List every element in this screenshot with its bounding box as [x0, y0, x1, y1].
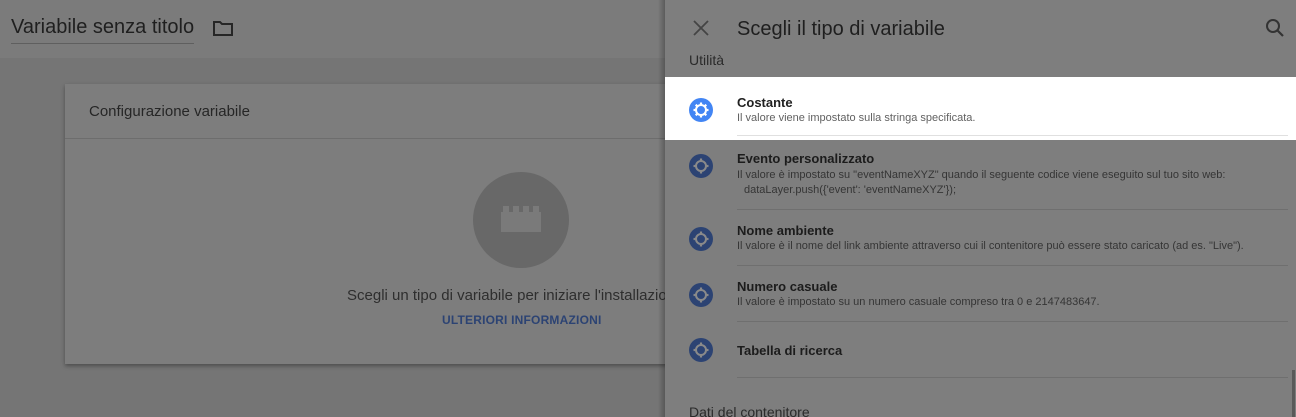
panel-title: Scegli il tipo di variabile — [737, 18, 945, 40]
gear-icon — [689, 154, 713, 178]
variable-config-card[interactable]: Configurazione variabile Scegli un tipo … — [65, 84, 675, 364]
item-name: Nome ambiente — [737, 223, 834, 238]
divider — [737, 135, 1288, 136]
gear-icon — [689, 283, 713, 307]
item-name: Costante — [737, 95, 793, 110]
item-description: Il valore viene impostato sulla stringa … — [737, 112, 976, 124]
item-code-snippet: dataLayer.push({'event': 'eventNameXYZ'}… — [744, 184, 957, 196]
list-item-constant[interactable]: Costante Il valore viene impostato sulla… — [665, 77, 1296, 140]
search-icon[interactable] — [1265, 18, 1285, 38]
gear-icon — [689, 338, 713, 362]
choose-type-prompt: Scegli un tipo di variabile per iniziare… — [347, 287, 667, 304]
editor-header: Variabile senza titolo — [0, 0, 665, 58]
section-header-container-data: Dati del contenitore — [689, 404, 810, 417]
item-description: Il valore è il nome del link ambiente at… — [737, 240, 1244, 252]
item-name: Evento personalizzato — [737, 151, 875, 166]
panel-shadow — [658, 0, 665, 417]
variable-name-field[interactable]: Variabile senza titolo — [11, 16, 195, 44]
list-item-random-number[interactable]: Numero casuale Il valore è impostato su … — [665, 266, 1296, 322]
divider — [65, 138, 675, 139]
card-title: Configurazione variabile — [89, 103, 250, 120]
gear-icon — [689, 98, 713, 122]
section-header-utilities: Utilità — [689, 52, 725, 68]
lego-brick-icon — [501, 206, 541, 232]
close-icon[interactable] — [691, 18, 711, 38]
variable-editor: Variabile senza titolo Configurazione va… — [0, 0, 675, 417]
folder-icon[interactable] — [212, 19, 234, 37]
variable-type-panel: Scegli il tipo di variabile Utilità Cost… — [665, 0, 1296, 417]
learn-more-link[interactable]: ULTERIORI INFORMAZIONI — [442, 313, 602, 327]
item-name: Tabella di ricerca — [737, 343, 843, 358]
divider — [737, 377, 1288, 378]
gear-icon — [689, 227, 713, 251]
item-name: Numero casuale — [737, 279, 838, 294]
list-item-environment-name[interactable]: Nome ambiente Il valore è il nome del li… — [665, 210, 1296, 266]
list-item-custom-event[interactable]: Evento personalizzato Il valore è impost… — [665, 141, 1296, 210]
item-description: Il valore è impostato su un numero casua… — [737, 296, 1100, 308]
list-item-lookup-table[interactable]: Tabella di ricerca — [665, 322, 1296, 378]
item-description: Il valore è impostato su "eventNameXYZ" … — [737, 169, 1226, 181]
scrollbar[interactable] — [1292, 370, 1295, 417]
placeholder-illustration[interactable] — [473, 172, 569, 268]
